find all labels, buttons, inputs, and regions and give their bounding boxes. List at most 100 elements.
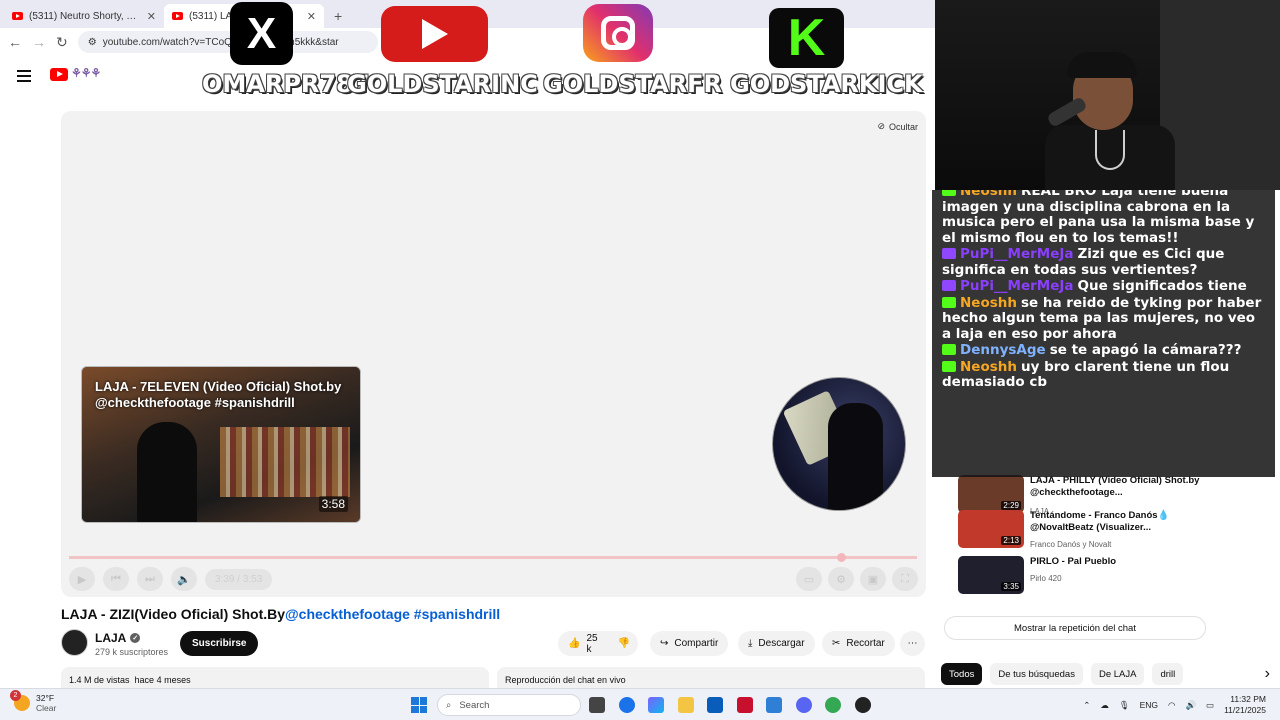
windows-taskbar: 2 32°F Clear ⌕ Search ⌃ ☁ 🎙 ENG ◠ 🔊 ▭ 11… xyxy=(0,688,1280,720)
video-duration: 2:29 xyxy=(1001,501,1021,510)
end-screen-video-card[interactable]: LAJA - 7ELEVEN (Video Oficial) Shot.by @… xyxy=(81,366,361,523)
clip-label: Recortar xyxy=(846,638,885,649)
obs-icon[interactable] xyxy=(855,697,871,713)
browser-tab[interactable]: (5311) Neutro Shorty, Young L... ✕ xyxy=(4,4,164,28)
kick-icon xyxy=(942,344,956,355)
streamer-webcam xyxy=(935,0,1280,190)
chat-username: Neoshh xyxy=(960,358,1017,375)
battery-icon[interactable]: ▭ xyxy=(1206,700,1214,711)
previous-icon[interactable]: ⏮ xyxy=(103,567,129,591)
start-icon[interactable] xyxy=(411,697,427,713)
more-icon: ⋯ xyxy=(907,638,918,649)
hide-button[interactable]: ⊘ Ocultar xyxy=(877,121,918,132)
clock[interactable]: 11:32 PM 11/21/2025 xyxy=(1224,694,1266,716)
back-icon[interactable]: ← xyxy=(8,34,22,50)
cloud-icon[interactable]: ☁ xyxy=(1100,700,1109,711)
dislike-icon[interactable]: 👎 xyxy=(618,638,630,649)
like-icon[interactable]: 👍 xyxy=(568,638,580,649)
copilot-icon[interactable] xyxy=(648,697,664,713)
chat-username: Neoshh xyxy=(960,294,1017,311)
video-player[interactable]: ⊘ Ocultar LAJA - 7ELEVEN (Video Oficial)… xyxy=(61,111,926,597)
search-label: Search xyxy=(459,699,490,711)
fullscreen-icon[interactable]: ⛶ xyxy=(892,567,918,591)
mcafee-icon[interactable] xyxy=(737,697,753,713)
site-info-icon[interactable]: ⚙ xyxy=(88,37,97,48)
hide-label: Ocultar xyxy=(888,121,918,132)
youtube-overlay-logo-icon xyxy=(381,6,488,62)
recommended-video[interactable]: 2:29 LAJA - PHILLY (Video Oficial) Shot.… xyxy=(958,475,1208,516)
chat-message: PuPi__MerMeJa Zizi que es Cici que signif… xyxy=(942,246,1267,278)
video-thumbnail: 2:29 xyxy=(958,475,1024,513)
chrome-icon[interactable] xyxy=(619,697,635,713)
video-title-tags[interactable]: @checkthefootage #spanishdrill xyxy=(285,606,500,622)
wifi-icon[interactable]: ◠ xyxy=(1168,700,1175,711)
chevron-up-icon[interactable]: ⌃ xyxy=(1083,700,1090,711)
forward-icon[interactable]: → xyxy=(32,34,46,50)
volume-icon[interactable]: 🔊 xyxy=(1185,700,1196,711)
chip-from-searches[interactable]: De tus búsquedas xyxy=(990,663,1083,685)
weather-icon: 2 xyxy=(10,690,30,711)
progress-bar[interactable] xyxy=(69,553,917,562)
channel-name[interactable]: LAJA ✓ xyxy=(95,631,141,645)
chat-replay-title: Reproducción del chat en vivo xyxy=(505,675,626,685)
weather-condition: Clear xyxy=(36,703,57,713)
subtitles-icon[interactable]: ▭ xyxy=(796,567,822,591)
share-button[interactable]: ↪ Compartir xyxy=(650,631,729,656)
download-button[interactable]: ⤓ Descargar xyxy=(738,631,815,656)
menu-icon[interactable] xyxy=(17,70,31,82)
youtube-logo-icon[interactable] xyxy=(50,68,68,81)
clip-button[interactable]: ✂ Recortar xyxy=(822,631,895,656)
settings-icon[interactable]: ⚙ xyxy=(828,567,854,591)
x-logo-icon: X xyxy=(230,2,293,65)
mic-icon[interactable]: 🎙 xyxy=(1119,700,1130,711)
reload-icon[interactable]: ↻ xyxy=(56,34,68,51)
like-count[interactable]: 25 k xyxy=(586,633,597,655)
verified-icon: ✓ xyxy=(130,633,141,643)
chip-drill[interactable]: drill xyxy=(1152,663,1184,685)
filter-chips: Todos De tus búsquedas De LAJA drill › xyxy=(941,663,1276,685)
language-indicator[interactable]: ENG xyxy=(1140,700,1158,710)
chat-message: DennysAge se te apagó la cámara??? xyxy=(942,342,1267,359)
chip-from-laja[interactable]: De LAJA xyxy=(1090,663,1145,685)
end-screen-channel-avatar[interactable] xyxy=(772,377,906,511)
discord-icon[interactable] xyxy=(796,697,812,713)
clock-date: 11/21/2025 xyxy=(1224,705,1266,715)
search-icon: ⌕ xyxy=(446,699,452,711)
video-title-text: LAJA - ZIZI(Video Oficial) Shot.By xyxy=(61,606,286,622)
weather-widget[interactable]: 2 32°F Clear xyxy=(10,690,57,713)
chevron-right-icon[interactable]: › xyxy=(1259,665,1276,683)
close-icon[interactable]: ✕ xyxy=(307,10,316,23)
x-glyph: X xyxy=(246,8,277,58)
chat-text: REAL BRO Laja tiene buena imagen y una d… xyxy=(942,190,1255,246)
recommended-video[interactable]: 3:35 PIRLO - Pal Pueblo Pirlo 420 xyxy=(958,556,1208,596)
recommended-video[interactable]: 2:13 Tentándome - Franco Danós💧 @NovaltB… xyxy=(958,510,1208,550)
progress-scrubber[interactable] xyxy=(836,553,846,562)
new-tab-button[interactable]: + xyxy=(324,8,352,28)
store-icon[interactable] xyxy=(707,697,723,713)
video-title: LAJA - PHILLY (Video Oficial) Shot.by @c… xyxy=(1030,475,1200,498)
volume-icon[interactable]: 🔈 xyxy=(171,567,197,591)
next-icon[interactable]: ⏭ xyxy=(137,567,163,591)
subscribe-button[interactable]: Suscribirse xyxy=(180,631,259,656)
doodle-logo-icon: ⚘⚘⚘ xyxy=(71,66,101,80)
chat-message: PuPi__MerMeJa Que significados tiene xyxy=(942,278,1267,295)
app-icon[interactable] xyxy=(766,697,782,713)
chat-text: Que significados tiene xyxy=(1077,278,1247,294)
show-chat-replay-button[interactable]: Mostrar la repetición del chat xyxy=(944,616,1206,640)
file-explorer-icon[interactable] xyxy=(678,697,694,713)
close-icon[interactable]: ✕ xyxy=(147,10,156,23)
more-actions-button[interactable]: ⋯ xyxy=(900,631,925,656)
miniplayer-icon[interactable]: ▣ xyxy=(860,567,886,591)
chrome-profile-icon[interactable] xyxy=(825,697,841,713)
chip-all[interactable]: Todos xyxy=(941,663,983,685)
clock-time: 11:32 PM xyxy=(1230,694,1266,704)
channel-avatar[interactable] xyxy=(61,629,88,656)
end-screen-video-duration: 3:58 xyxy=(318,496,348,512)
view-count: 1.4 M de vistas xyxy=(69,675,130,685)
play-icon[interactable]: ▶ xyxy=(69,567,95,591)
task-view-icon[interactable] xyxy=(589,697,605,713)
download-label: Descargar xyxy=(758,638,805,649)
video-thumbnail: 2:13 xyxy=(958,510,1024,548)
url-field[interactable]: ⚙ youtube.com/watch?v=TCoQ...DTCoQX6m5kk… xyxy=(77,31,378,53)
taskbar-search[interactable]: ⌕ Search xyxy=(437,694,581,716)
